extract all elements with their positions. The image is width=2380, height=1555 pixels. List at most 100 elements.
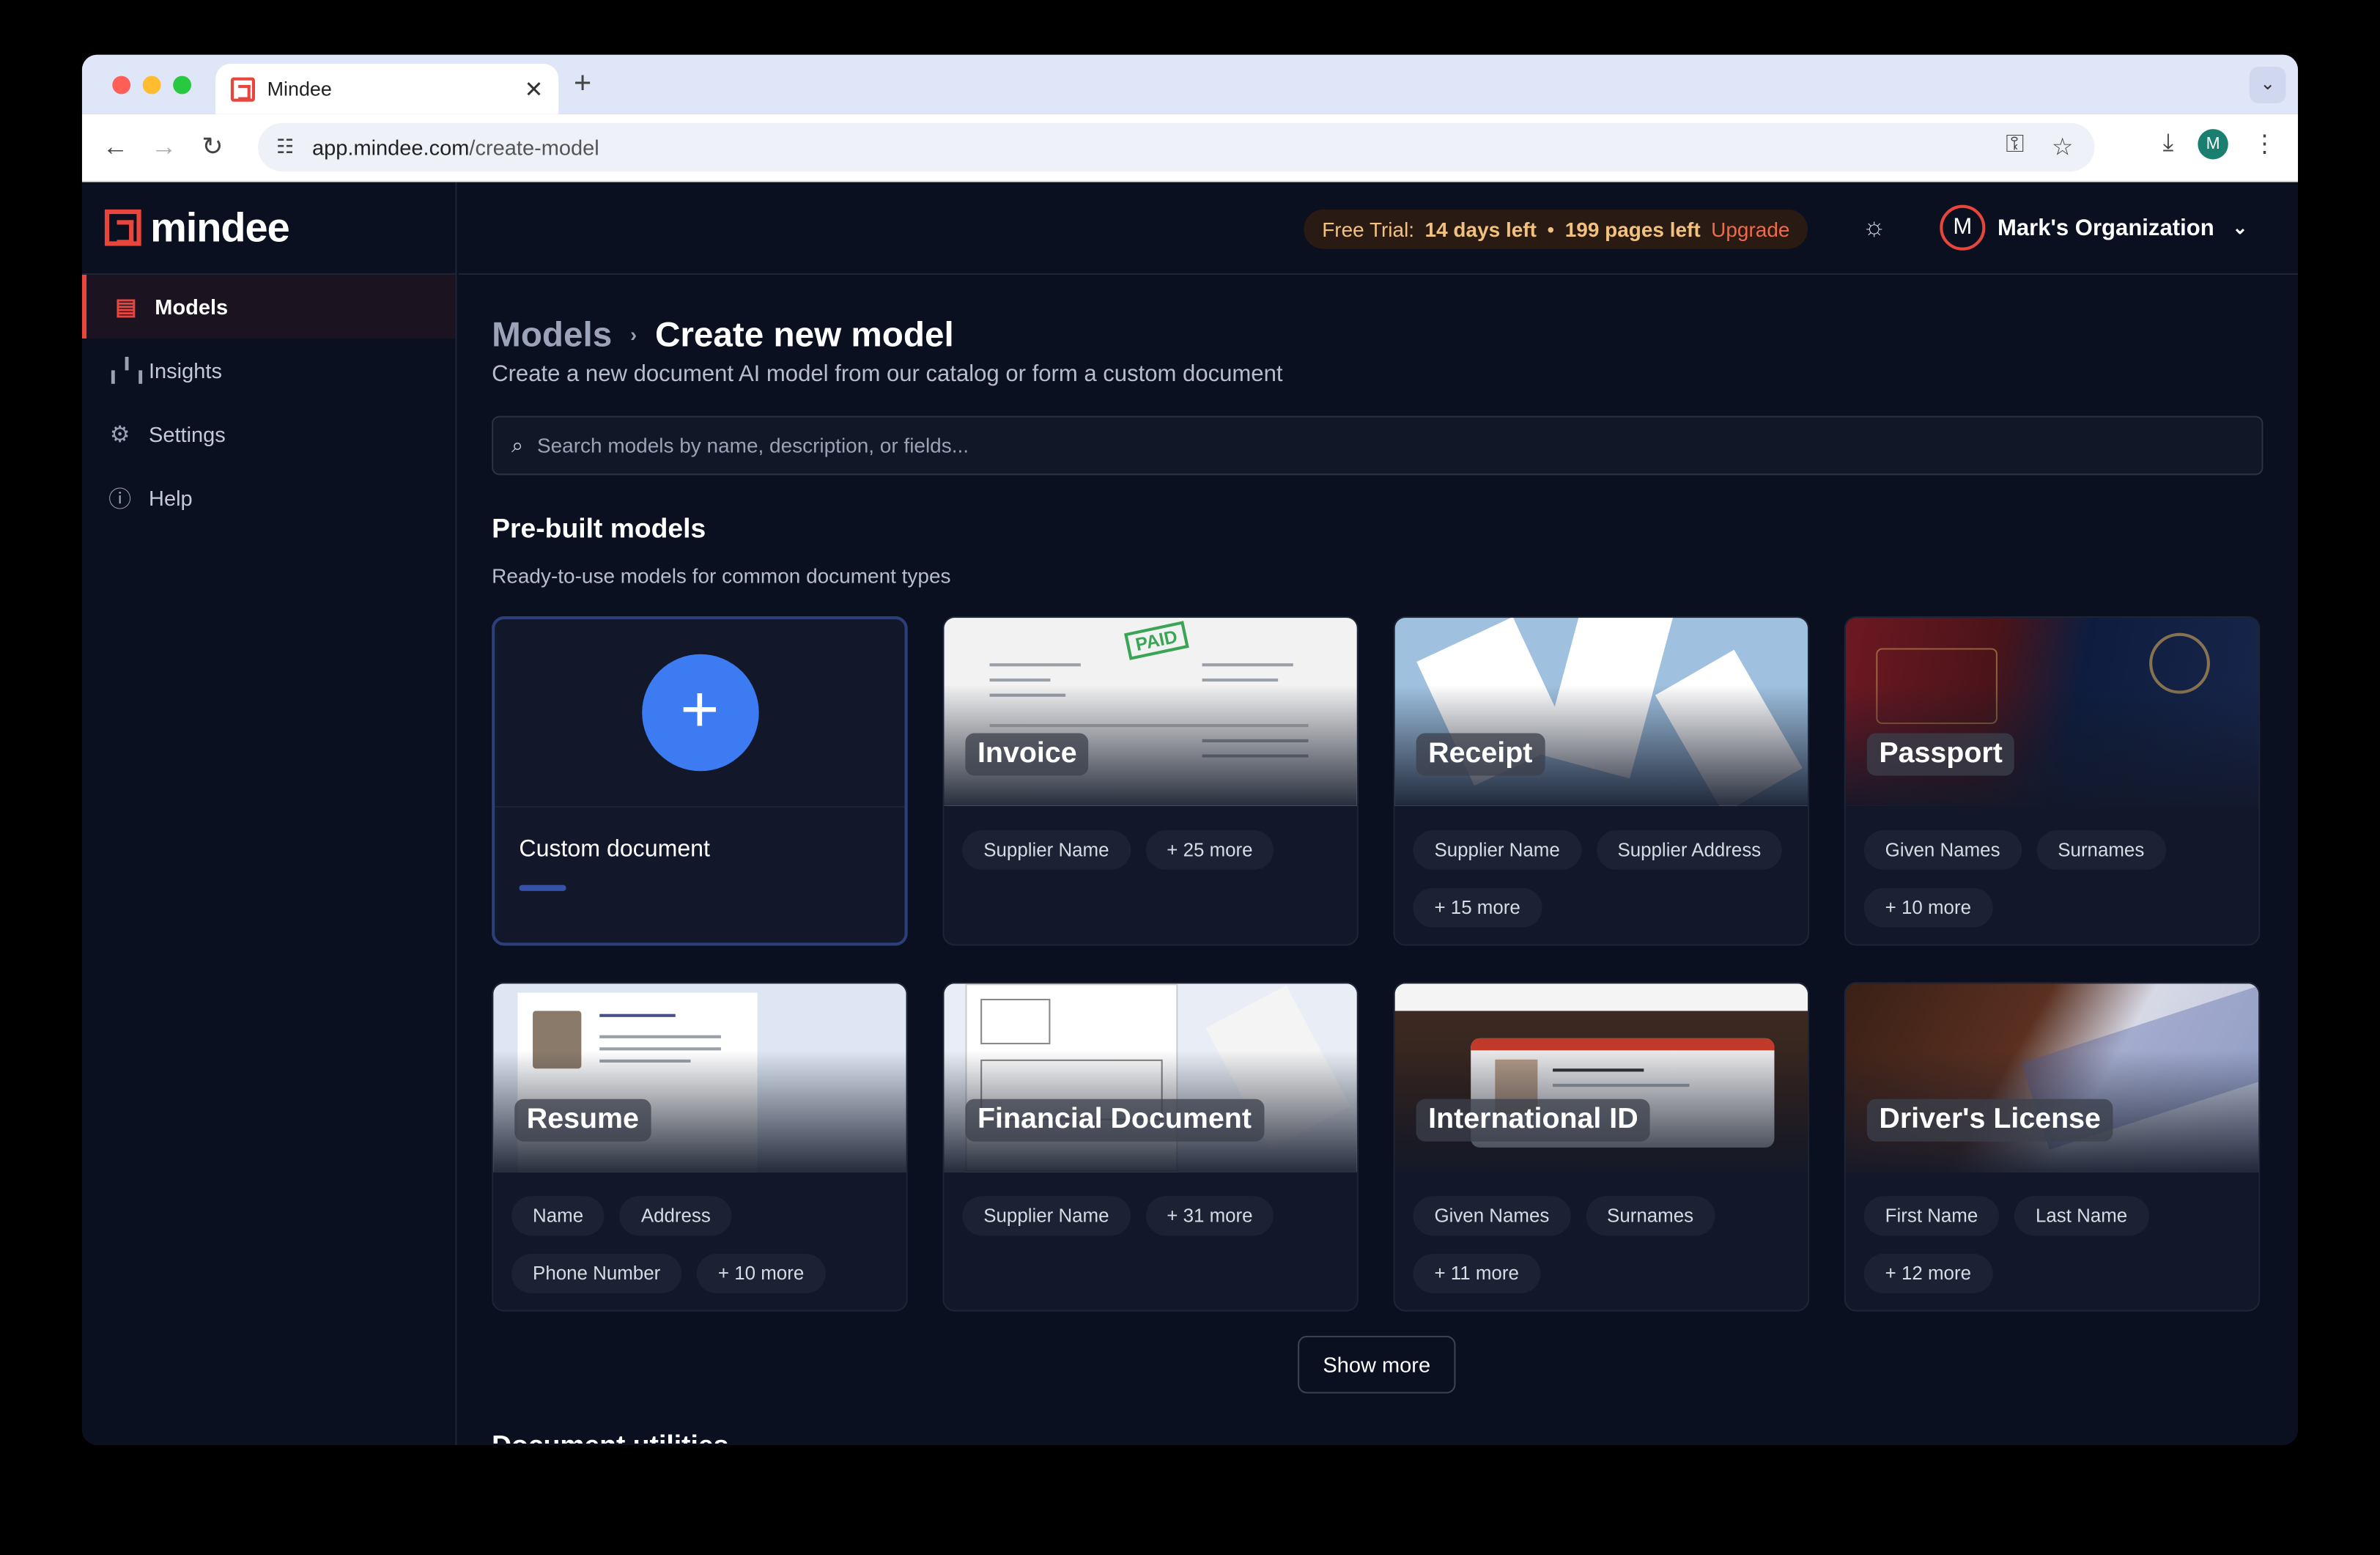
field-chip: Phone Number [511,1253,682,1293]
sidebar-item-label: Help [148,485,193,510]
sidebar-item-help[interactable]: ⓘ Help [82,466,456,530]
field-chip: Supplier Name [962,1196,1131,1236]
model-card-international-id[interactable]: International ID Given Names Surnames + … [1393,982,1810,1312]
sidebar-item-label: Insights [148,358,222,383]
tab-search-chevron-icon[interactable]: ⌄ [2249,67,2286,103]
more-fields-chip[interactable]: + 10 more [1863,887,1993,928]
trial-prefix: Free Trial: [1322,218,1415,241]
browser-menu-icon[interactable]: ⋮ [2252,129,2277,159]
field-chip: Given Names [1863,830,2022,870]
show-more-button[interactable]: Show more [1298,1335,1456,1394]
field-chip: Address [619,1196,732,1236]
more-fields-chip[interactable]: + 31 more [1145,1196,1274,1236]
search-icon: ⌕ [511,432,524,457]
card-title: Receipt [1416,733,1545,776]
field-chip: Supplier Address [1596,830,1783,870]
download-icon[interactable]: ⤓ [2163,130,2174,158]
zoom-window-button[interactable] [173,75,191,95]
top-bar: Free Trial: 14 days left • 199 pages lef… [458,182,2299,275]
org-avatar: M [1940,204,1986,251]
back-icon[interactable]: ← [91,132,139,162]
organization-switcher[interactable]: M Mark's Organization ⌄ [1940,204,2247,251]
model-card-financial-document[interactable]: Financial Document Supplier Name + 31 mo… [942,982,1359,1312]
receipt-preview-image [1394,618,1808,806]
field-chip: Supplier Name [962,830,1131,870]
field-chip: Given Names [1413,1196,1571,1236]
model-card-invoice[interactable]: PAID Invoice Supplier Name + 25 more [942,616,1359,946]
trial-days: 14 days left [1424,218,1537,241]
upgrade-link[interactable]: Upgrade [1711,218,1789,240]
new-tab-icon[interactable]: + [574,67,591,102]
window-controls [112,75,191,95]
mindee-favicon-icon [230,76,255,101]
main-content: Models › Create new model Create a new d… [492,275,2263,1445]
more-fields-chip[interactable]: + 11 more [1413,1253,1540,1293]
international-id-preview-image [1394,983,1808,1172]
card-title: Resume [514,1098,651,1142]
close-window-button[interactable] [112,75,131,95]
tab-title: Mindee [267,77,332,100]
search-input[interactable]: ⌕ Search models by name, description, or… [492,415,2263,476]
card-title: Financial Document [965,1098,1264,1142]
profile-avatar[interactable]: M [2198,129,2228,160]
help-circle-icon: ⓘ [108,486,132,513]
search-placeholder: Search models by name, description, or f… [536,434,969,457]
chevron-right-icon: › [630,323,638,347]
custom-document-card[interactable]: + Custom document [492,616,908,946]
tab-bar: Mindee ✕ + ⌄ [81,54,2299,114]
field-chip: Last Name [2014,1196,2149,1236]
reload-icon[interactable]: ↻ [188,132,237,162]
more-fields-chip[interactable]: + 15 more [1413,887,1542,928]
url-path: /create-model [469,135,599,160]
page-title: Create new model [654,314,954,354]
browser-toolbar: ← → ↻ ☷ app.mindee.com/create-model ⚿ ☆ … [81,114,2299,182]
theme-toggle-sun-icon[interactable]: ☼ [1863,213,1886,243]
breadcrumb-models-link[interactable]: Models [492,314,612,355]
section-subtitle: Ready-to-use models for common document … [492,564,951,588]
logo-text: mindee [150,204,290,250]
model-card-drivers-license[interactable]: Driver's License First Name Last Name + … [1844,982,2261,1312]
card-title: Passport [1866,733,2015,776]
mindee-logo[interactable]: mindee [81,182,456,275]
field-chip: First Name [1863,1196,2000,1236]
sidebar-item-models[interactable]: ▤ Models [81,274,456,339]
mindee-app: mindee ▤ Models ╻╹╻ Insights ⚙ Settings … [81,182,2299,1445]
more-fields-chip[interactable]: + 10 more [696,1253,826,1293]
card-title: International ID [1416,1098,1651,1142]
sidebar-item-settings[interactable]: ⚙ Settings [82,402,456,466]
url-host: app.mindee.com [311,135,470,160]
browser-tab[interactable]: Mindee ✕ [215,63,559,114]
forward-icon[interactable]: → [140,132,188,162]
field-chip: Surnames [1586,1196,1715,1236]
custom-card-accent [519,884,566,891]
section-title: Pre-built models [492,513,706,544]
more-fields-chip[interactable]: + 12 more [1863,1253,1993,1293]
next-section-title: Document utilities [492,1431,728,1444]
invoice-preview-image: PAID [944,618,1357,806]
financial-document-preview-image [944,983,1357,1172]
sidebar-item-label: Settings [148,421,226,446]
site-settings-icon[interactable]: ☷ [276,135,294,159]
resume-preview-image [493,983,906,1172]
document-icon: ▤ [115,294,137,321]
model-card-passport[interactable]: Passport Given Names Surnames + 10 more [1844,616,2261,946]
minimize-window-button[interactable] [142,75,161,95]
org-name: Mark's Organization [1997,215,2214,241]
address-bar[interactable]: ☷ app.mindee.com/create-model ⚿ ☆ [258,122,2095,172]
field-chip: Supplier Name [1413,830,1581,870]
gear-icon: ⚙ [109,421,130,448]
model-card-receipt[interactable]: Receipt Supplier Name Supplier Address +… [1393,616,1810,946]
model-card-resume[interactable]: Resume Name Address Phone Number + 10 mo… [492,982,908,1312]
bookmark-star-icon[interactable]: ☆ [2052,132,2074,162]
more-fields-chip[interactable]: + 25 more [1145,830,1274,870]
drivers-license-preview-image [1845,983,2259,1172]
sidebar-item-insights[interactable]: ╻╹╻ Insights [82,339,456,402]
password-key-icon[interactable]: ⚿ [2006,132,2024,162]
field-chip: Surnames [2036,830,2166,870]
plus-icon[interactable]: + [641,654,758,772]
sidebar: mindee ▤ Models ╻╹╻ Insights ⚙ Settings … [81,182,457,1445]
card-title: Driver's License [1866,1098,2113,1142]
trial-pages: 199 pages left [1564,218,1701,241]
close-tab-icon[interactable]: ✕ [525,75,544,103]
field-chip: Name [511,1196,605,1236]
